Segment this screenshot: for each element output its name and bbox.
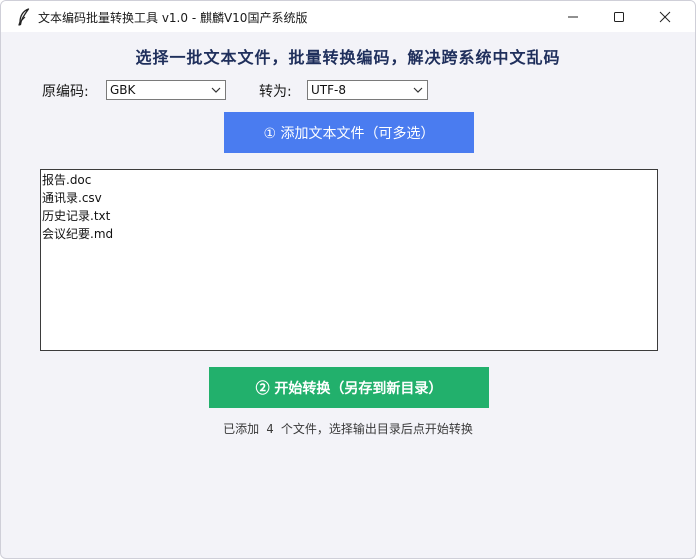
app-window: 文本编码批量转换工具 v1.0 - 麒麟V10国产系统版 选择一批文本文件，批量… <box>0 0 696 559</box>
close-button[interactable] <box>642 1 688 32</box>
start-convert-button[interactable]: ② 开始转换（另存到新目录） <box>209 367 489 408</box>
minimize-icon <box>568 16 578 17</box>
close-icon <box>659 11 671 22</box>
target-encoding-value: UTF-8 <box>311 83 346 97</box>
status-text: 已添加 4 个文件，选择输出目录后点开始转换 <box>223 422 473 436</box>
maximize-icon <box>614 11 624 22</box>
source-encoding-label: 原编码: <box>42 84 89 100</box>
add-files-button[interactable]: ① 添加文本文件（可多选） <box>224 112 474 153</box>
list-item[interactable]: 报告.doc <box>41 171 657 189</box>
file-list[interactable]: 报告.doc 通讯录.csv 历史记录.txt 会议纪要.md <box>40 169 658 351</box>
window-title: 文本编码批量转换工具 v1.0 - 麒麟V10国产系统版 <box>38 11 308 25</box>
target-encoding-label: 转为: <box>259 84 292 100</box>
minimize-button[interactable] <box>550 1 596 32</box>
chevron-down-icon <box>413 87 423 93</box>
source-encoding-select[interactable]: GBK <box>106 80 226 100</box>
source-encoding-value: GBK <box>110 83 136 97</box>
list-item[interactable]: 通讯录.csv <box>41 189 657 207</box>
chevron-down-icon <box>211 87 221 93</box>
list-item[interactable]: 历史记录.txt <box>41 207 657 225</box>
maximize-button[interactable] <box>596 1 642 32</box>
list-item[interactable]: 会议纪要.md <box>41 225 657 243</box>
page-headline: 选择一批文本文件，批量转换编码，解决跨系统中文乱码 <box>135 48 561 67</box>
feather-icon <box>18 8 30 26</box>
target-encoding-select[interactable]: UTF-8 <box>307 80 428 100</box>
title-bar: 文本编码批量转换工具 v1.0 - 麒麟V10国产系统版 <box>1 1 695 32</box>
